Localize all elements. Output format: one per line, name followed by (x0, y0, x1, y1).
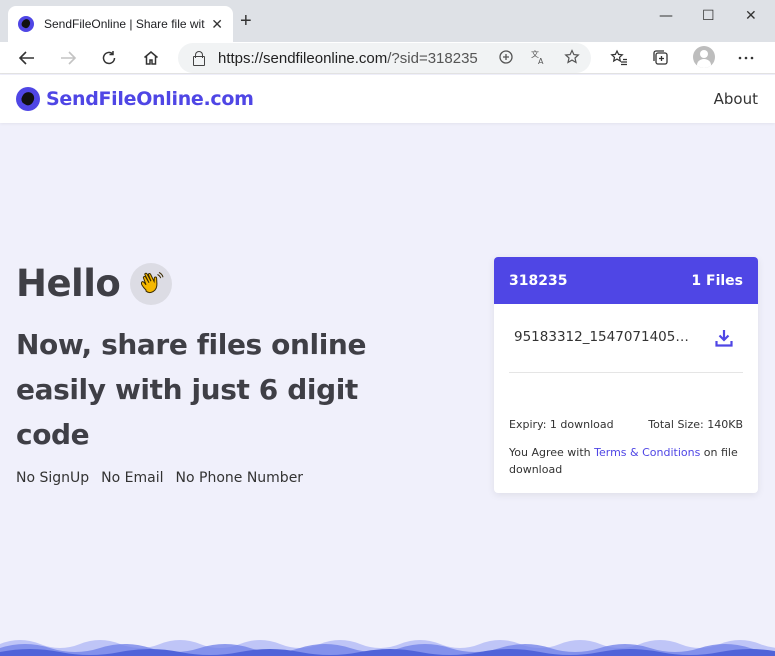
site-logo[interactable]: SendFileOnline.com (16, 87, 254, 111)
share-card-header: 318235 1 Files (494, 257, 758, 304)
feature-item: No Phone Number (175, 470, 304, 486)
waving-hand-icon (130, 262, 173, 305)
expiry-text: Expiry: 1 download (509, 418, 614, 431)
url-text: https://sendfileonline.com/?sid=318235 (218, 49, 478, 67)
feature-item: No SignUp (16, 470, 90, 486)
hello-heading: Hello (16, 262, 121, 305)
browser-toolbar: https://sendfileonline.com/?sid=318235 文… (0, 42, 775, 74)
translate-icon[interactable]: 文A (531, 49, 547, 69)
terms-notice: You Agree with Terms & Conditions on fil… (509, 446, 738, 476)
back-icon[interactable] (15, 46, 39, 70)
hero-greeting: Hello (16, 262, 173, 305)
feature-item: No Email (101, 470, 164, 486)
download-icon[interactable] (713, 327, 735, 349)
address-bar[interactable]: https://sendfileonline.com/?sid=318235 文… (178, 43, 591, 73)
files-count: 1 Files (691, 272, 743, 289)
tab-title: SendFileOnline | Share file with 6 (44, 17, 206, 31)
star-icon[interactable] (564, 49, 580, 69)
nav-about-link[interactable]: About (714, 90, 758, 108)
home-icon[interactable] (139, 46, 163, 70)
file-row: 95183312_15470714054... (509, 329, 743, 373)
favorites-icon[interactable] (607, 46, 631, 70)
maximize-icon[interactable]: ☐ (702, 8, 715, 24)
site-favicon-icon (18, 16, 34, 32)
window-close-icon[interactable]: ✕ (745, 8, 757, 24)
share-card: 318235 1 Files 95183312_15470714054... E… (494, 257, 758, 493)
logo-text: SendFileOnline.com (46, 88, 254, 110)
file-name: 95183312_15470714054... (514, 329, 694, 345)
collections-icon[interactable] (649, 46, 673, 70)
profile-icon[interactable] (693, 46, 715, 68)
forward-icon[interactable] (56, 46, 80, 70)
add-icon[interactable] (498, 49, 514, 69)
new-tab-icon[interactable]: + (240, 10, 252, 32)
more-icon[interactable] (734, 46, 758, 70)
lock-icon[interactable] (190, 50, 206, 66)
refresh-icon[interactable] (97, 46, 121, 70)
hero-headline: Now, share files online easily with just… (16, 328, 367, 451)
tab-close-icon[interactable]: ✕ (211, 16, 223, 33)
browser-tab[interactable]: SendFileOnline | Share file with 6 ✕ (8, 6, 233, 42)
svg-text:A: A (538, 57, 544, 65)
total-size-text: Total Size: 140KB (648, 418, 743, 431)
site-header: SendFileOnline.com About (0, 75, 775, 123)
wave-decoration (0, 640, 775, 656)
feature-list: No SignUp No Email No Phone Number (16, 470, 303, 486)
minimize-icon[interactable]: — (659, 8, 673, 24)
share-code: 318235 (509, 272, 568, 289)
file-meta: Expiry: 1 download Total Size: 140KB (509, 418, 743, 431)
logo-icon (16, 87, 40, 111)
terms-link[interactable]: Terms & Conditions (594, 446, 700, 459)
browser-titlebar: SendFileOnline | Share file with 6 ✕ + —… (0, 0, 775, 42)
